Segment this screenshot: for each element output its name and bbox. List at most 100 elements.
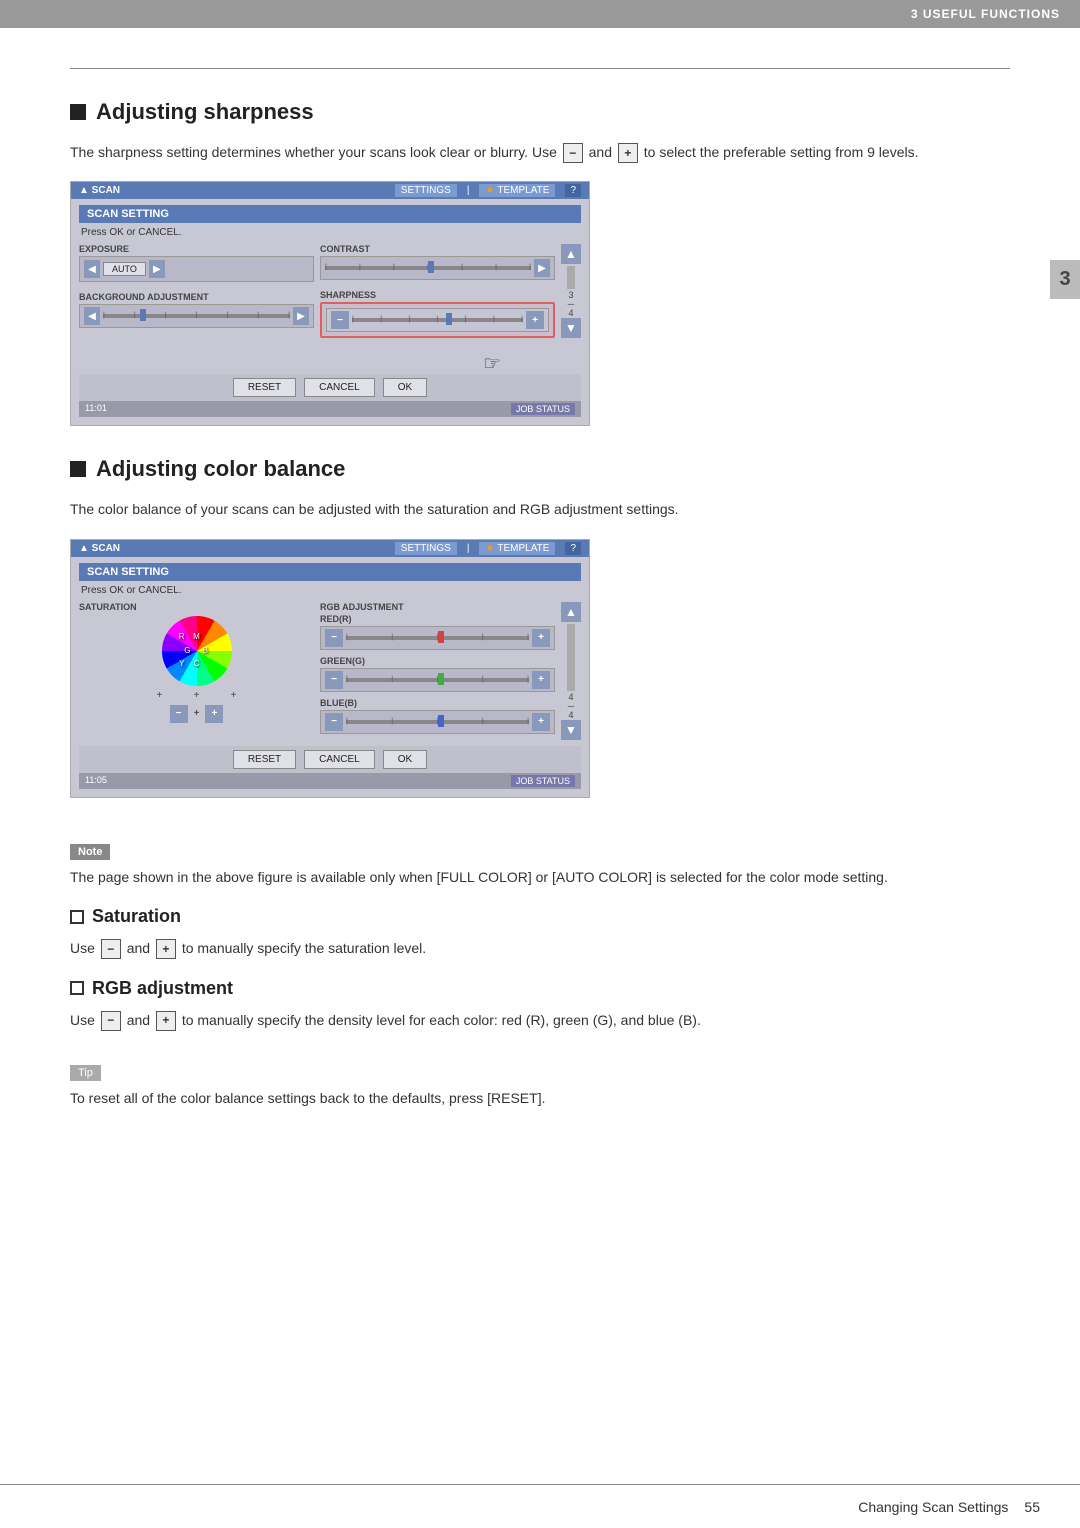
rgb-panel: RGB ADJUSTMENT RED(R) − || || | [320, 602, 555, 740]
saturation-panel: SATURATION C Y G R M B [79, 602, 314, 740]
reset-btn-cb[interactable]: RESET [233, 750, 296, 769]
red-thumb [438, 631, 444, 643]
scroll-down-btn[interactable]: ▼ [561, 318, 581, 338]
green-minus-btn[interactable]: − [325, 671, 343, 689]
sharp-plus-btn[interactable]: + [526, 311, 544, 329]
sat-plus-btn[interactable]: + [205, 705, 223, 723]
red-plus-btn[interactable]: + [532, 629, 550, 647]
red-label: RED(R) [320, 614, 555, 624]
sharpness-heading-text: Adjusting sharpness [96, 99, 314, 125]
side-tab-number: 3 [1059, 268, 1070, 291]
ok-btn-cb[interactable]: OK [383, 750, 427, 769]
bg-adj-label: BACKGROUND ADJUSTMENT [79, 292, 314, 302]
screen-buttons-sharpness: RESET CANCEL OK [79, 374, 581, 401]
green-slider: − || || | + [320, 668, 555, 692]
minus-btn-inline: − [563, 143, 583, 163]
page-fraction: 3─4 [568, 291, 574, 318]
contrast-right-btn[interactable]: ▶ [534, 259, 550, 277]
scan-setting-header: SCAN SETTING [79, 205, 581, 223]
scan-setting-header-cb: SCAN SETTING [79, 563, 581, 581]
note-text: The page shown in the above figure is av… [70, 866, 1010, 888]
cw-label-b: B [203, 646, 208, 656]
settings-tab[interactable]: SETTINGS [395, 184, 457, 197]
time-cb: 11:05 [85, 775, 107, 787]
saturation-body-text: Use − and + to manually specify the satu… [70, 937, 1010, 959]
sharpness-label: SHARPNESS [320, 290, 555, 300]
exposure-right-btn[interactable]: ▶ [149, 260, 165, 278]
template-tab[interactable]: ★ TEMPLATE [479, 184, 555, 197]
titlebar-right: SETTINGS | ★ TEMPLATE ? [395, 184, 581, 197]
job-status-btn-sharp[interactable]: JOB STATUS [511, 403, 575, 415]
scroll-up-btn-cb[interactable]: ▲ [561, 602, 581, 622]
checkbox-sq-rgb [70, 981, 84, 995]
color-balance-heading-text: Adjusting color balance [96, 456, 345, 482]
right-panel: CONTRAST || || || | ▶ [320, 244, 555, 338]
blue-minus-btn[interactable]: − [325, 713, 343, 731]
plus-btn-sat: + [156, 939, 176, 959]
sharp-thumb [446, 313, 452, 325]
divider-bar-cb: | [467, 543, 470, 554]
sharp-minus-btn[interactable]: − [331, 311, 349, 329]
top-bar: 3 USEFUL FUNCTIONS [0, 0, 1080, 28]
green-row: GREEN(G) − || || | + [320, 656, 555, 692]
cw-label-c: C [194, 659, 200, 669]
tip-box: Tip [70, 1065, 101, 1081]
scroll-bar: ▲ 3─4 ▼ [561, 244, 581, 338]
red-minus-btn[interactable]: − [325, 629, 343, 647]
scroll-down-btn-cb[interactable]: ▼ [561, 720, 581, 740]
saturation-label-screen: SATURATION [79, 602, 314, 612]
note-box: Note [70, 844, 110, 860]
sat-plus-labels: + + + [157, 690, 237, 701]
question-btn-cb[interactable]: ? [565, 542, 581, 555]
cw-label-r: R [179, 632, 185, 642]
question-btn[interactable]: ? [565, 184, 581, 197]
sharpness-slider: − || || || | [326, 308, 549, 332]
plus-btn-inline: + [618, 143, 638, 163]
cw-label-g: G [184, 646, 190, 656]
bottom-bar: Changing Scan Settings 55 [0, 1484, 1080, 1528]
auto-btn[interactable]: AUTO [103, 262, 146, 276]
red-row: RED(R) − || || | + [320, 614, 555, 650]
blue-slider: − || || | + [320, 710, 555, 734]
screen-statusbar-sharp: 11:01 JOB STATUS [79, 401, 581, 417]
blue-thumb [438, 715, 444, 727]
scroll-up-btn[interactable]: ▲ [561, 244, 581, 264]
screen-subtext-cb: Press OK or CANCEL. [79, 585, 581, 596]
ok-btn-sharp[interactable]: OK [383, 378, 427, 397]
job-status-btn-cb[interactable]: JOB STATUS [511, 775, 575, 787]
blue-plus-btn[interactable]: + [532, 713, 550, 731]
color-balance-section-heading: Adjusting color balance [70, 456, 1010, 482]
green-plus-btn[interactable]: + [532, 671, 550, 689]
rgb-adj-label: RGB ADJUSTMENT [320, 602, 555, 612]
bg-slider: ◀ || || || | ▶ [79, 304, 314, 328]
scroll-bar-cb: ▲ 4─4 ▼ [561, 602, 581, 740]
sharp-track: || || || | [352, 318, 523, 322]
bg-thumb [140, 309, 146, 321]
checkbox-sq-sat [70, 910, 84, 924]
reset-btn-sharp[interactable]: RESET [233, 378, 296, 397]
left-panel: EXPOSURE ◀ AUTO ▶ BACKGROUND ADJUSTMENT … [79, 244, 314, 338]
bg-right-btn[interactable]: ▶ [293, 307, 309, 325]
cancel-btn-cb[interactable]: CANCEL [304, 750, 375, 769]
blue-label: BLUE(B) [320, 698, 555, 708]
sharpness-section-heading: Adjusting sharpness [70, 99, 1010, 125]
minus-btn-sat: − [101, 939, 121, 959]
exposure-left-btn[interactable]: ◀ [84, 260, 100, 278]
plus-btn-rgb: + [156, 1011, 176, 1031]
bg-adjustment-area: BACKGROUND ADJUSTMENT ◀ || || || | [79, 292, 314, 328]
cw-label-m: M [193, 632, 200, 642]
color-balance-body-text: The color balance of your scans can be a… [70, 498, 1010, 520]
exposure-ctrl: ◀ AUTO ▶ [79, 256, 314, 282]
green-label: GREEN(G) [320, 656, 555, 666]
bg-track: || || || | [103, 314, 290, 318]
cancel-btn-sharp[interactable]: CANCEL [304, 378, 375, 397]
screen-titlebar: ▲ SCAN SETTINGS | ★ TEMPLATE ? [71, 182, 589, 199]
template-tab-cb[interactable]: ★ TEMPLATE [479, 542, 555, 555]
top-bar-title: 3 USEFUL FUNCTIONS [911, 7, 1060, 21]
red-slider: − || || | + [320, 626, 555, 650]
sat-minus-btn[interactable]: − [170, 705, 188, 723]
scroll-track [567, 266, 575, 289]
red-track: || || | [346, 636, 529, 640]
bg-left-btn[interactable]: ◀ [84, 307, 100, 325]
settings-tab-cb[interactable]: SETTINGS [395, 542, 457, 555]
